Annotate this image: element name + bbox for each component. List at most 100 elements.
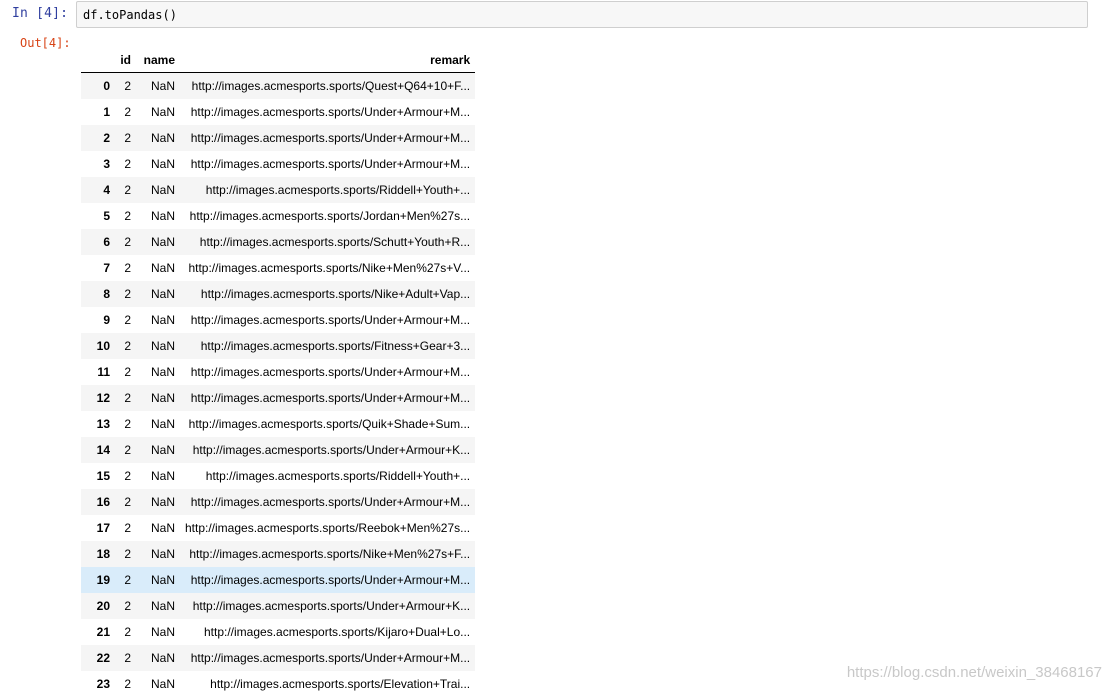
table-header: id name remark <box>81 47 476 73</box>
cell-remark: http://images.acmesports.sports/Nike+Men… <box>189 546 471 561</box>
cell-id: 2 <box>124 546 131 561</box>
table-row: 4 2 NaN http://images.acmesports.sports/Rid… <box>81 176 476 203</box>
header-remark: remark <box>180 47 476 73</box>
cell-remark: http://images.acmesports.sports/Under+Ar… <box>190 650 471 665</box>
row-index: 4 <box>103 182 110 197</box>
header-row: id name remark <box>81 47 476 73</box>
cell-id: 2 <box>124 572 131 587</box>
cell-id: 2 <box>124 442 131 457</box>
table-row: 2 2 NaN http://images.acmesports.sports/Und… <box>81 124 476 151</box>
cell-id: 2 <box>124 234 131 249</box>
cell-id: 2 <box>124 312 131 327</box>
row-index: 23 <box>96 676 110 691</box>
row-index: 17 <box>96 520 110 535</box>
cell-remark: http://images.acmesports.sports/Quest+Q6… <box>191 78 471 93</box>
table-row: 3 2 NaN http://images.acmesports.sports/Und… <box>81 151 475 177</box>
table-row: 19 2 NaN http://images.acmesports.sports/Un… <box>81 566 476 593</box>
cell-name: NaN <box>150 208 175 223</box>
cell-remark: http://images.acmesports.sports/Under+Ar… <box>192 442 471 457</box>
row-index: 10 <box>96 338 110 353</box>
row-index: 14 <box>96 442 110 457</box>
code-input-cell[interactable]: df.toPandas() <box>76 1 1088 28</box>
cell-id: 2 <box>124 364 131 379</box>
cell-name: NaN <box>150 624 175 639</box>
cell-name: NaN <box>150 390 175 405</box>
cell-name: NaN <box>150 130 175 145</box>
table-row: 10 2 NaN http://images.acmesports.sports/Fi… <box>81 332 476 359</box>
cell-id: 2 <box>124 494 131 509</box>
cell-name: NaN <box>150 676 175 691</box>
table-row: 17 2 NaN http://images.acmesports.sports/Re… <box>81 515 475 541</box>
cell-remark: http://images.acmesports.sports/Under+Ar… <box>190 390 471 405</box>
table-row: 15 2 NaN http://images.acmesports.sports/Ri… <box>81 463 475 489</box>
table-row: 21 2 NaN http://images.acmesports.sports/Ki… <box>81 619 475 645</box>
cell-name: NaN <box>150 260 175 275</box>
cell-remark: http://images.acmesports.sports/Reebok+M… <box>185 520 471 535</box>
row-index: 19 <box>96 572 110 587</box>
table-row: 22 2 NaN http://images.acmesports.sports/Un… <box>81 644 476 671</box>
watermark: https://blog.csdn.net/weixin_38468167 <box>846 664 1102 681</box>
cell-remark: http://images.acmesports.sports/Jordan+M… <box>189 208 471 223</box>
table-row: 7 2 NaN http://images.acmesports.sports/Nik… <box>81 255 475 281</box>
table-row: 18 2 NaN http://images.acmesports.sports/Ni… <box>81 540 476 567</box>
table-row: 5 2 NaN http://images.acmesports.sports/Jor… <box>81 203 475 229</box>
cell-remark: http://images.acmesports.sports/Kijaro+D… <box>204 624 471 639</box>
cell-id: 2 <box>124 104 131 119</box>
cell-remark: http://images.acmesports.sports/Under+Ar… <box>190 104 471 119</box>
row-index: 20 <box>96 598 110 613</box>
cell-id: 2 <box>124 182 131 197</box>
cell-remark: http://images.acmesports.sports/Under+Ar… <box>190 494 471 509</box>
table-row: 11 2 NaN http://images.acmesports.sports/Un… <box>81 359 475 385</box>
cell-id: 2 <box>124 208 131 223</box>
cell-name: NaN <box>150 468 175 483</box>
row-index: 5 <box>103 208 110 223</box>
row-index: 2 <box>103 130 110 145</box>
cell-name: NaN <box>150 286 175 301</box>
cell-id: 2 <box>124 650 131 665</box>
table-row: 1 2 NaN http://images.acmesports.sports/Und… <box>81 99 475 125</box>
table-row: 23 2 NaN http://images.acmesports.sports/El… <box>81 671 475 692</box>
cell-id: 2 <box>124 520 131 535</box>
cell-remark: http://images.acmesports.sports/Under+Ar… <box>190 156 471 171</box>
table-row: 13 2 NaN http://images.acmesports.sports/Qu… <box>81 411 475 437</box>
row-index: 11 <box>97 364 110 379</box>
cell-name: NaN <box>150 312 175 327</box>
cell-remark: http://images.acmesports.sports/Under+Ar… <box>190 572 471 587</box>
row-index: 0 <box>103 78 110 93</box>
notebook-page: In [4]: df.toPandas() Out[4]: id name re… <box>0 0 1110 692</box>
cell-remark: http://images.acmesports.sports/Quik+Sha… <box>188 416 471 431</box>
code-text[interactable]: df.toPandas() <box>83 8 177 22</box>
row-index: 6 <box>103 234 110 249</box>
cell-name: NaN <box>150 650 175 665</box>
row-index: 12 <box>96 390 110 405</box>
header-name: name <box>136 47 180 73</box>
cell-remark: http://images.acmesports.sports/Under+Ar… <box>192 598 471 613</box>
cell-name: NaN <box>150 78 175 93</box>
cell-name: NaN <box>150 546 175 561</box>
cell-id: 2 <box>124 468 131 483</box>
row-index: 8 <box>103 286 110 301</box>
row-index: 3 <box>103 156 110 171</box>
cell-name: NaN <box>150 520 175 535</box>
table-row: 20 2 NaN http://images.acmesports.sports/Un… <box>81 592 476 619</box>
cell-id: 2 <box>124 624 131 639</box>
row-index: 1 <box>103 104 110 119</box>
header-id: id <box>115 47 136 73</box>
cell-id: 2 <box>124 416 131 431</box>
cell-remark: http://images.acmesports.sports/Nike+Adu… <box>200 286 471 301</box>
cell-id: 2 <box>124 676 131 691</box>
cell-id: 2 <box>124 390 131 405</box>
cell-remark: http://images.acmesports.sports/Under+Ar… <box>190 130 471 145</box>
cell-remark: http://images.acmesports.sports/Under+Ar… <box>190 364 471 379</box>
cell-remark: http://images.acmesports.sports/Riddell+… <box>205 468 471 483</box>
row-index: 9 <box>103 312 110 327</box>
table-row: 16 2 NaN http://images.acmesports.sports/Un… <box>81 488 476 515</box>
cell-id: 2 <box>124 130 131 145</box>
table-row: 0 2 NaN http://images.acmesports.sports/Que… <box>81 72 476 99</box>
cell-name: NaN <box>150 156 175 171</box>
table-row: 6 2 NaN http://images.acmesports.sports/Sch… <box>81 228 476 255</box>
table-body: 0 2 NaN http://images.acmesports.sports/Que… <box>81 72 476 692</box>
row-index: 13 <box>96 416 110 431</box>
cell-name: NaN <box>150 364 175 379</box>
table-row: 8 2 NaN http://images.acmesports.sports/Nik… <box>81 280 476 307</box>
